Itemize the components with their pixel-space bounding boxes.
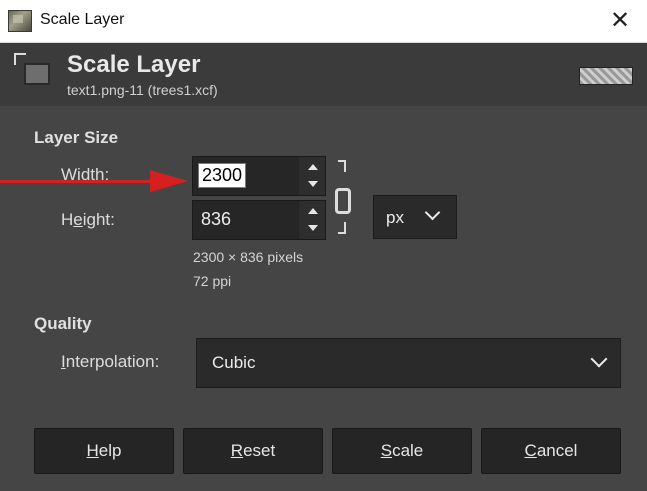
resolution-info: 72 ppi: [193, 273, 232, 289]
unit-dropdown[interactable]: px: [373, 195, 457, 239]
window-title: Scale Layer: [40, 11, 125, 28]
interpolation-label: Interpolation:: [61, 352, 160, 371]
annotation-arrow-icon: [150, 170, 188, 192]
unit-value: px: [386, 208, 404, 227]
width-increment-icon[interactable]: [308, 164, 318, 170]
width-decrement-icon[interactable]: [308, 181, 318, 187]
scale-button[interactable]: Scale: [332, 428, 472, 474]
scale-layer-dialog: Scale Layer ✕ Scale Layer text1.png-11 (…: [0, 0, 647, 491]
height-decrement-icon[interactable]: [308, 225, 318, 231]
title-bar: Scale Layer ✕: [0, 0, 647, 43]
quality-heading: Quality: [34, 314, 92, 333]
annotation-arrow-shaft: [0, 180, 152, 183]
scale-layer-icon: [14, 53, 54, 87]
height-value[interactable]: 836: [201, 209, 231, 230]
header-title: Scale Layer: [67, 51, 201, 78]
chevron-down-icon: [590, 350, 608, 368]
height-stepper[interactable]: [299, 201, 325, 239]
height-increment-icon[interactable]: [308, 208, 318, 214]
help-button[interactable]: Help: [34, 428, 174, 474]
chain-link-icon[interactable]: [332, 160, 352, 236]
layer-thumbnail: [579, 67, 633, 85]
height-label: Height:: [61, 210, 115, 229]
interpolation-dropdown[interactable]: Cubic: [196, 338, 621, 388]
gimp-app-icon: [8, 10, 32, 32]
reset-button[interactable]: Reset: [183, 428, 323, 474]
width-stepper[interactable]: [299, 157, 325, 195]
cancel-button[interactable]: Cancel: [481, 428, 621, 474]
width-spinbutton[interactable]: 2300: [192, 156, 326, 196]
height-spinbutton[interactable]: 836: [192, 200, 326, 240]
close-button[interactable]: ✕: [598, 4, 642, 38]
interpolation-value: Cubic: [212, 353, 256, 372]
dialog-header: Scale Layer text1.png-11 (trees1.xcf): [0, 43, 647, 106]
chevron-down-icon: [424, 204, 441, 221]
pixel-dimensions-info: 2300 × 836 pixels: [193, 249, 304, 265]
width-value[interactable]: 2300: [198, 163, 247, 188]
header-subtitle: text1.png-11 (trees1.xcf): [67, 82, 218, 98]
layer-size-heading: Layer Size: [34, 128, 119, 147]
